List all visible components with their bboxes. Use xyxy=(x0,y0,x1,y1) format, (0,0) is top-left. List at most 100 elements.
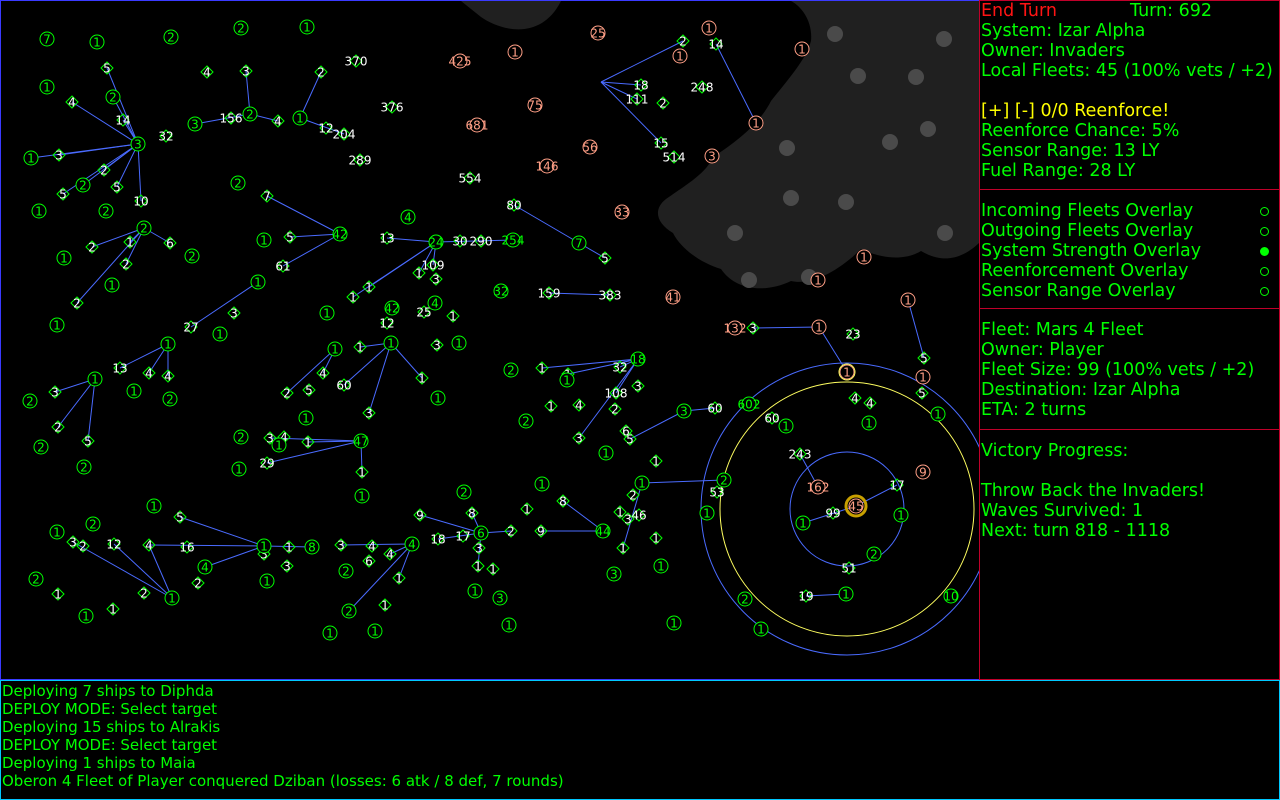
fleet-route-line xyxy=(641,479,725,484)
system-strength-label: 1 xyxy=(904,294,912,308)
system-strength-label: 1 xyxy=(27,152,35,166)
reinforce-minus-button[interactable]: [-] xyxy=(1015,101,1035,121)
fleet-strength-label: 3 xyxy=(624,513,632,527)
fleet-strength-label: 1 xyxy=(358,466,366,480)
log-line: Deploying 7 ships to Diphda xyxy=(2,682,214,700)
nebula-star-icon xyxy=(920,121,936,137)
system-strength-label: 2 xyxy=(345,605,353,619)
system-strength-label: 1 xyxy=(657,560,665,574)
radio-icon[interactable] xyxy=(1260,266,1269,276)
fleet-strength-label: 6 xyxy=(166,237,174,251)
system-strength-label: 1 xyxy=(150,500,158,514)
system-strength-label: 2 xyxy=(342,565,350,579)
fleet-strength-label: 3 xyxy=(749,322,757,336)
system-strength-label: 1 xyxy=(602,447,610,461)
reinforce-plus-button[interactable]: [+] xyxy=(981,101,1009,121)
system-strength-label: 1 xyxy=(703,507,711,521)
fleet-strength-label: 7 xyxy=(263,190,271,204)
galaxy-map[interactable]: 5 4 3 2 4 14 3 2 5 5 10 32 156 4 12 7 5 61 13 6 1 2 2 2 3 27 1 1 1 3 1… xyxy=(0,0,980,680)
system-strength-label: 1 xyxy=(752,117,760,131)
radio-icon[interactable] xyxy=(1260,226,1269,236)
fleet-strength-label: 3 xyxy=(69,536,77,550)
fleet-strength-label: 18 xyxy=(430,533,445,547)
system-strength-label: 1 xyxy=(326,627,334,641)
fleet-route-line xyxy=(57,378,96,428)
overlay-toggle-reinforcement[interactable]: Reenforcement Overlay xyxy=(981,261,1279,281)
fleet-strength-label: 30 xyxy=(452,235,467,249)
fleet-strength-label: 5 xyxy=(920,352,928,366)
fleet-strength-label: 10 xyxy=(133,195,148,209)
nebula-star-icon xyxy=(727,225,743,241)
fleet-strength-label: 290 xyxy=(470,235,493,249)
fleet-strength-label: 5 xyxy=(286,231,294,245)
system-strength-label: 1 xyxy=(563,374,571,388)
fleet-strength-label: 29 xyxy=(259,457,274,471)
fleet-strength-label: 5 xyxy=(176,511,184,525)
fleet-strength-label: 248 xyxy=(691,81,714,95)
nebula-star-icon xyxy=(882,134,898,150)
fleet-owner: Owner: Player xyxy=(981,340,1104,360)
next-wave: Next: turn 818 - 1118 xyxy=(981,521,1171,541)
system-strength-label: 2 xyxy=(166,393,174,407)
radio-selected-icon[interactable] xyxy=(1260,246,1269,256)
system-strength-label: 32 xyxy=(493,285,508,299)
system-strength-label: 2 xyxy=(140,222,148,236)
fleet-route-line xyxy=(629,410,685,440)
fleet-strength-label: 5 xyxy=(113,181,121,195)
system-strength-label: 1 xyxy=(676,50,684,64)
radio-icon[interactable] xyxy=(1260,286,1269,296)
system-strength-label: 1 xyxy=(323,307,331,321)
system-strength-label: 2 xyxy=(237,431,245,445)
system-strength-label: 1 xyxy=(93,36,101,50)
system-strength-label: 1 xyxy=(860,251,868,265)
fleet-strength-label: 243 xyxy=(789,448,812,462)
fleet-strength-label: 3 xyxy=(365,407,373,421)
system-strength-label: 45 xyxy=(848,500,863,514)
fleet-strength-label: 60 xyxy=(336,379,351,393)
fleet-strength-label: 1 xyxy=(474,560,482,574)
system-strength-label: 1 xyxy=(235,463,243,477)
nebula-star-icon xyxy=(937,225,953,241)
fleet-strength-label: 18 xyxy=(633,79,648,93)
radio-icon[interactable] xyxy=(1260,206,1269,216)
fleet-strength-label: 2 xyxy=(140,587,148,601)
system-strength-label: 2 xyxy=(507,364,515,378)
overlay-toggle-outgoing[interactable]: Outgoing Fleets Overlay xyxy=(981,221,1279,241)
fleet-route-line xyxy=(204,545,265,568)
nebula-star-icon xyxy=(838,194,854,210)
fleet-strength-label: 4 xyxy=(145,367,153,381)
system-strength-label: 1 xyxy=(358,490,366,504)
end-turn-button[interactable]: End Turn xyxy=(981,1,1057,21)
system-strength-label: 2 xyxy=(720,474,728,488)
fleet-strength-label: 9 xyxy=(416,509,424,523)
fleet-strength-label: 4 xyxy=(575,399,583,413)
system-strength-label: 3 xyxy=(708,150,716,164)
overlay-label: System Strength Overlay xyxy=(981,241,1202,261)
fleet-strength-label: 60 xyxy=(764,412,779,426)
system-strength-label: 56 xyxy=(582,141,597,155)
overlay-toggle-strength[interactable]: System Strength Overlay xyxy=(981,241,1279,261)
system-strength-label: 2 xyxy=(741,593,749,607)
fleet-strength-label: 61 xyxy=(275,260,290,274)
fleet-strength-label: 16 xyxy=(179,541,194,555)
galaxy-map-canvas[interactable]: 5 4 3 24143255 1032156 4 1275611361222327111 31… xyxy=(1,1,980,680)
fleet-strength-label: 1 xyxy=(285,541,293,555)
system-strength-label: 1 xyxy=(782,420,790,434)
fleet-size: Fleet Size: 99 (100% vets / +2) xyxy=(981,360,1255,380)
overlay-label: Reenforcement Overlay xyxy=(981,261,1189,281)
system-strength-label: 2 xyxy=(80,461,88,475)
system-strength-label: 4 xyxy=(431,297,439,311)
fleet-strength-label: 3 xyxy=(432,273,440,287)
fleet-strength-label: 2 xyxy=(122,258,130,272)
fleet-strength-label: 1 xyxy=(652,532,660,546)
system-strength-label: 24 xyxy=(428,236,443,250)
system-strength-label: 1 xyxy=(815,321,823,335)
fleet-strength-label: 3 xyxy=(475,542,483,556)
fleet-destination: Destination: Izar Alpha xyxy=(981,380,1181,400)
overlay-toggle-sensor[interactable]: Sensor Range Overlay xyxy=(981,281,1279,301)
system-strength-label: 10 xyxy=(943,590,958,604)
system-strength-label: 2 xyxy=(89,518,97,532)
fleet-strength-label: 1 xyxy=(356,341,364,355)
overlay-toggle-incoming[interactable]: Incoming Fleets Overlay xyxy=(981,201,1279,221)
reinforce-status[interactable]: 0/0 Reenforce! xyxy=(1040,101,1169,121)
